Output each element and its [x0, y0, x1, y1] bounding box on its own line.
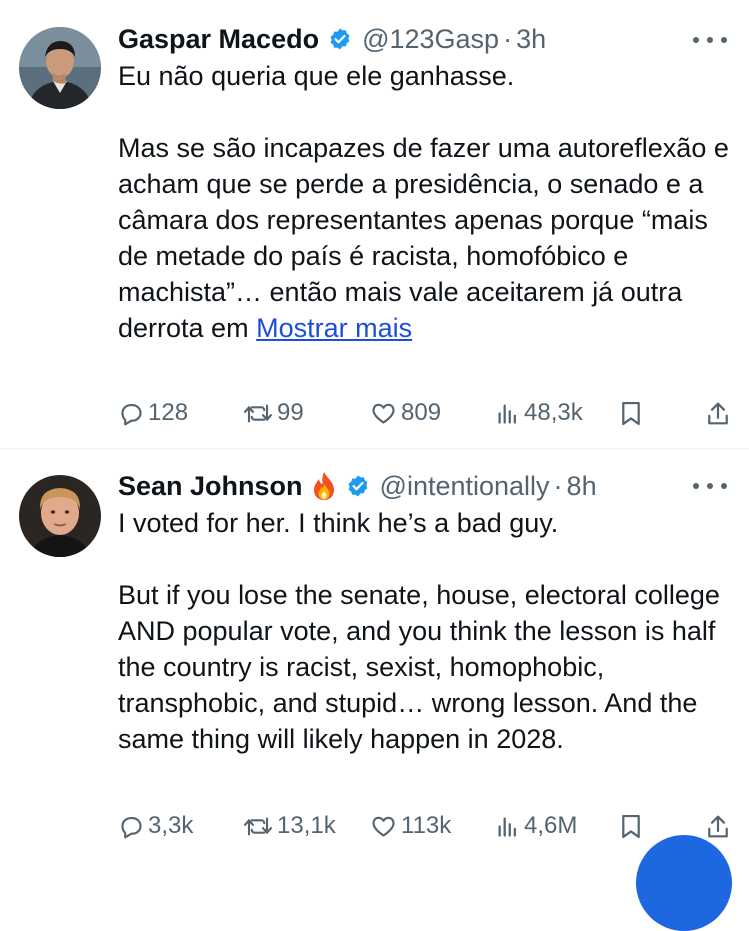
views-count: 4,6M	[524, 812, 578, 839]
like-icon	[372, 816, 395, 837]
tweet-header: Gaspar Macedo @123Gasp · 3h	[118, 22, 546, 56]
repost-button[interactable]: 99	[242, 398, 304, 428]
repost-count: 13,1k	[277, 812, 336, 839]
bookmark-icon	[622, 814, 640, 838]
like-button[interactable]: 113k	[369, 811, 451, 841]
author-handle[interactable]: @intentionally	[380, 471, 550, 502]
more-icon[interactable]	[693, 482, 727, 490]
views-button[interactable]: 48,3k	[494, 398, 583, 428]
views-icon	[498, 404, 516, 424]
tweet-text-paragraph: But if you lose the senate, house, elect…	[118, 580, 720, 754]
show-more-link[interactable]: Mostrar mais	[256, 313, 412, 343]
repost-icon	[243, 817, 273, 835]
reply-button[interactable]: 3,3k	[118, 811, 193, 841]
tweet-actions: 3,3k 13,1k 113k 4,6M	[118, 811, 733, 841]
tweet-card[interactable]: Sean Johnson @intentionally · 8h I voted…	[0, 449, 749, 859]
tweet-card[interactable]: Gaspar Macedo @123Gasp · 3h Eu não queri…	[0, 0, 749, 448]
like-button[interactable]: 809	[369, 398, 441, 428]
tweet-text-line: Eu não queria que ele ganhasse.	[118, 61, 515, 91]
verified-badge-icon	[330, 28, 350, 50]
views-button[interactable]: 4,6M	[494, 811, 577, 841]
tweet-actions: 128 99 809 48,3k	[118, 398, 733, 428]
like-count: 809	[401, 399, 442, 426]
share-icon	[708, 402, 728, 424]
author-handle[interactable]: @123Gasp	[362, 24, 499, 55]
bookmark-icon	[622, 401, 640, 425]
reply-count: 128	[148, 399, 189, 426]
reply-icon	[121, 816, 142, 838]
avatar[interactable]	[19, 27, 101, 109]
views-count: 48,3k	[524, 399, 583, 426]
author-name[interactable]: Gaspar Macedo	[118, 24, 319, 55]
verified-badge-icon	[348, 475, 367, 497]
tweet-header: Sean Johnson @intentionally · 8h	[118, 469, 597, 503]
bookmark-button[interactable]	[620, 811, 642, 841]
repost-icon	[243, 404, 273, 422]
separator-dot: ·	[553, 470, 563, 501]
separator-dot: ·	[503, 23, 513, 54]
reply-count: 3,3k	[148, 812, 194, 839]
timestamp[interactable]: 3h	[516, 24, 546, 55]
bookmark-button[interactable]	[620, 398, 642, 428]
tweet-text: I voted for her. I think he’s a bad guy.…	[118, 505, 738, 757]
share-button[interactable]	[706, 398, 730, 428]
tweet-text-line: I voted for her. I think he’s a bad guy.	[118, 508, 559, 538]
author-name[interactable]: Sean Johnson	[118, 471, 303, 502]
repost-button[interactable]: 13,1k	[242, 811, 336, 841]
share-button[interactable]	[706, 811, 730, 841]
tweet-text-paragraph: Mas se são incapazes de fazer uma autore…	[118, 133, 729, 343]
repost-count: 99	[277, 399, 304, 426]
reply-icon	[121, 403, 142, 425]
share-icon	[708, 815, 728, 837]
compose-fab-button[interactable]	[636, 835, 732, 931]
more-icon[interactable]	[693, 36, 727, 44]
views-icon	[498, 817, 516, 837]
fire-emoji-icon	[313, 472, 334, 500]
like-icon	[372, 403, 395, 424]
like-count: 113k	[401, 812, 452, 839]
timestamp[interactable]: 8h	[567, 471, 597, 502]
avatar[interactable]	[19, 475, 101, 557]
reply-button[interactable]: 128	[118, 398, 188, 428]
tweet-text: Eu não queria que ele ganhasse. Mas se s…	[118, 58, 738, 346]
